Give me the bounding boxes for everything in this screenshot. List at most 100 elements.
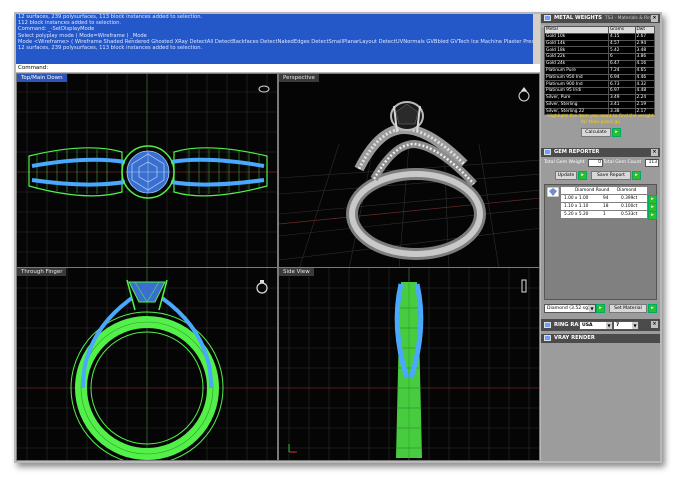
table-row[interactable]: Platinum Pure 7.24 4.65	[544, 66, 655, 75]
ring-rail-header[interactable]: RING RAIL USA ▼ 7 ▼ ×	[541, 319, 660, 331]
gem-reporter-icon	[544, 148, 551, 155]
grams-cell: 7.24	[607, 66, 636, 75]
column-header[interactable]: Metal	[544, 26, 609, 34]
go-icon[interactable]: ▸	[632, 171, 641, 180]
command-prompt-input[interactable]: Command:	[16, 64, 540, 72]
dwt-cell: 2.94	[634, 39, 655, 48]
grams-cell: 4.15	[607, 32, 636, 41]
viewport-title-side-view[interactable]: Side View	[279, 268, 314, 276]
calculate-button[interactable]: Calculate	[581, 128, 611, 137]
gem-row[interactable]: 1.00 x 1.00 94 0.399ct	[561, 195, 647, 202]
dwt-cell: 3.86	[634, 53, 655, 61]
table-row[interactable]: Gold 14k 4.57 2.94	[544, 39, 655, 48]
close-icon[interactable]: ×	[651, 321, 658, 328]
column-header[interactable]: Grams	[607, 26, 636, 34]
metal-weights-hint: Highlight the item you want to find the …	[547, 114, 654, 125]
metal-cell: Silver, Sterling	[544, 100, 609, 109]
table-row[interactable]: Gold 22k 6 3.86	[544, 53, 655, 61]
grams-cell: 3.41	[607, 100, 636, 109]
metal-weights-table: Metal Grams Dwt Gold 10k 4.15 2.67 Gold 14…	[544, 26, 655, 116]
ring-thumbnail-icon	[518, 87, 530, 102]
viewport-perspective[interactable]: Perspective	[278, 73, 540, 268]
material-select-value: Diamond (3.52 sg)	[547, 306, 590, 311]
gem-carat: 0.399ct	[621, 196, 638, 201]
go-icon[interactable]: ▸	[648, 304, 657, 313]
go-icon[interactable]: ▸	[596, 304, 605, 313]
vray-render-icon	[544, 334, 551, 341]
dwt-cell: 2.24	[634, 93, 655, 102]
command-history: 12 surfaces, 239 polysurfaces, 113 block…	[16, 14, 540, 72]
total-gem-count-field[interactable]: 113	[645, 159, 659, 167]
table-row[interactable]: Silver, Sterling 3.41 2.19	[544, 100, 655, 109]
table-row[interactable]: Platinum 900 Ind 6.73 4.32	[544, 80, 655, 89]
chevron-down-icon[interactable]: ▼	[606, 322, 612, 329]
gem-kind-label: Diamond	[617, 188, 637, 193]
metal-cell: Gold 22k	[544, 53, 609, 61]
metal-cell: Gold 14k	[544, 39, 609, 48]
select-gem-icon[interactable]: ▸	[648, 211, 657, 220]
chevron-down-icon[interactable]: ▼	[632, 322, 638, 329]
grams-cell: 6.94	[607, 73, 636, 82]
table-row[interactable]: Gold 24k 6.47 4.16	[544, 59, 655, 68]
gem-size: 5.20 x 5.20	[564, 212, 589, 217]
viewport-title-top[interactable]: Top/Main Down	[17, 74, 67, 82]
ring-thumbnail-icon	[256, 280, 268, 294]
metal-cell: Gold 10k	[544, 32, 609, 41]
dwt-cell: 4.48	[634, 87, 655, 95]
ring-side-view	[394, 282, 424, 458]
metal-cell: Platinum 95 Iridi	[544, 87, 609, 95]
grams-cell: 6	[607, 53, 636, 61]
close-icon[interactable]: ×	[651, 15, 658, 22]
gem-reporter-header[interactable]: GEM REPORTER ×	[541, 148, 660, 157]
ring-thumbnail-icon	[258, 85, 270, 93]
go-icon[interactable]: ▸	[612, 128, 621, 137]
total-gem-weight-field[interactable]: 0	[588, 159, 603, 167]
table-row[interactable]: Gold 10k 4.15 2.67	[544, 32, 655, 41]
material-select[interactable]: Diamond (3.52 sg) ▼	[544, 304, 596, 313]
gem-row[interactable]: 5.20 x 5.20 1 0.533ct	[561, 211, 647, 218]
gem-count: 94	[603, 196, 609, 201]
gem-reporter-title: GEM REPORTER	[554, 149, 600, 155]
metal-cell: Platinum Pure	[544, 66, 609, 75]
grams-cell: 3.49	[607, 93, 636, 102]
viewport-title-through-finger[interactable]: Through Finger	[17, 268, 67, 276]
update-button[interactable]: Update	[555, 171, 577, 180]
dwt-cell: 2.67	[634, 32, 655, 41]
viewport-title-perspective[interactable]: Perspective	[279, 74, 319, 82]
go-icon[interactable]: ▸	[578, 171, 587, 180]
viewport-top[interactable]: Top/Main Down	[16, 73, 278, 268]
close-icon[interactable]: ×	[651, 149, 658, 156]
gem-row[interactable]: 1.10 x 1.10 18 0.100ct	[561, 203, 647, 210]
column-header[interactable]: Dwt	[634, 26, 655, 34]
total-gem-count-label: Total Gem Count	[603, 160, 642, 165]
ring-rail-size-select[interactable]: 7 ▼	[613, 321, 639, 330]
set-material-button[interactable]: Set Material	[609, 304, 647, 313]
gem-size: 1.00 x 1.00	[564, 196, 589, 201]
viewport-through-finger[interactable]: Through Finger	[16, 267, 278, 461]
gem-count: 18	[603, 204, 609, 209]
grams-cell: 5.42	[607, 46, 636, 55]
ring-rendered-view	[346, 101, 486, 260]
metal-weights-header[interactable]: METAL WEIGHTSTS3 - Materials & Ring Weig…	[541, 14, 660, 30]
gem-count: 1	[603, 212, 606, 217]
table-row[interactable]: Gold 18k 5.42 3.48	[544, 46, 655, 55]
metal-cell: Platinum 900 Ind	[544, 80, 609, 89]
dwt-cell: 3.48	[634, 46, 655, 55]
grams-cell: 6.97	[607, 87, 636, 95]
ring-rail-region-select[interactable]: USA ▼	[579, 321, 613, 330]
command-scrollbar[interactable]	[533, 14, 540, 64]
dwt-cell: 4.46	[634, 73, 655, 82]
viewport-side-view[interactable]: Side View	[278, 267, 540, 461]
table-row[interactable]: Platinum 95 Iridi 6.97 4.48	[544, 87, 655, 95]
vray-render-header[interactable]: VRAY RENDER	[541, 334, 660, 343]
axis-indicator-icon	[288, 444, 297, 453]
size-select-value: 7	[616, 323, 620, 328]
grams-cell: 6.47	[607, 59, 636, 68]
chevron-down-icon[interactable]: ▼	[589, 305, 595, 312]
metal-cell: Silver, Pure	[544, 93, 609, 102]
save-report-button[interactable]: Save Report	[591, 171, 631, 180]
table-row[interactable]: Silver, Pure 3.49 2.24	[544, 93, 655, 102]
ring-front-view	[70, 279, 224, 460]
gem-list-header: Diamond Round Diamond	[561, 187, 647, 194]
table-row[interactable]: Platinum 950 Ind 6.94 4.46	[544, 73, 655, 82]
